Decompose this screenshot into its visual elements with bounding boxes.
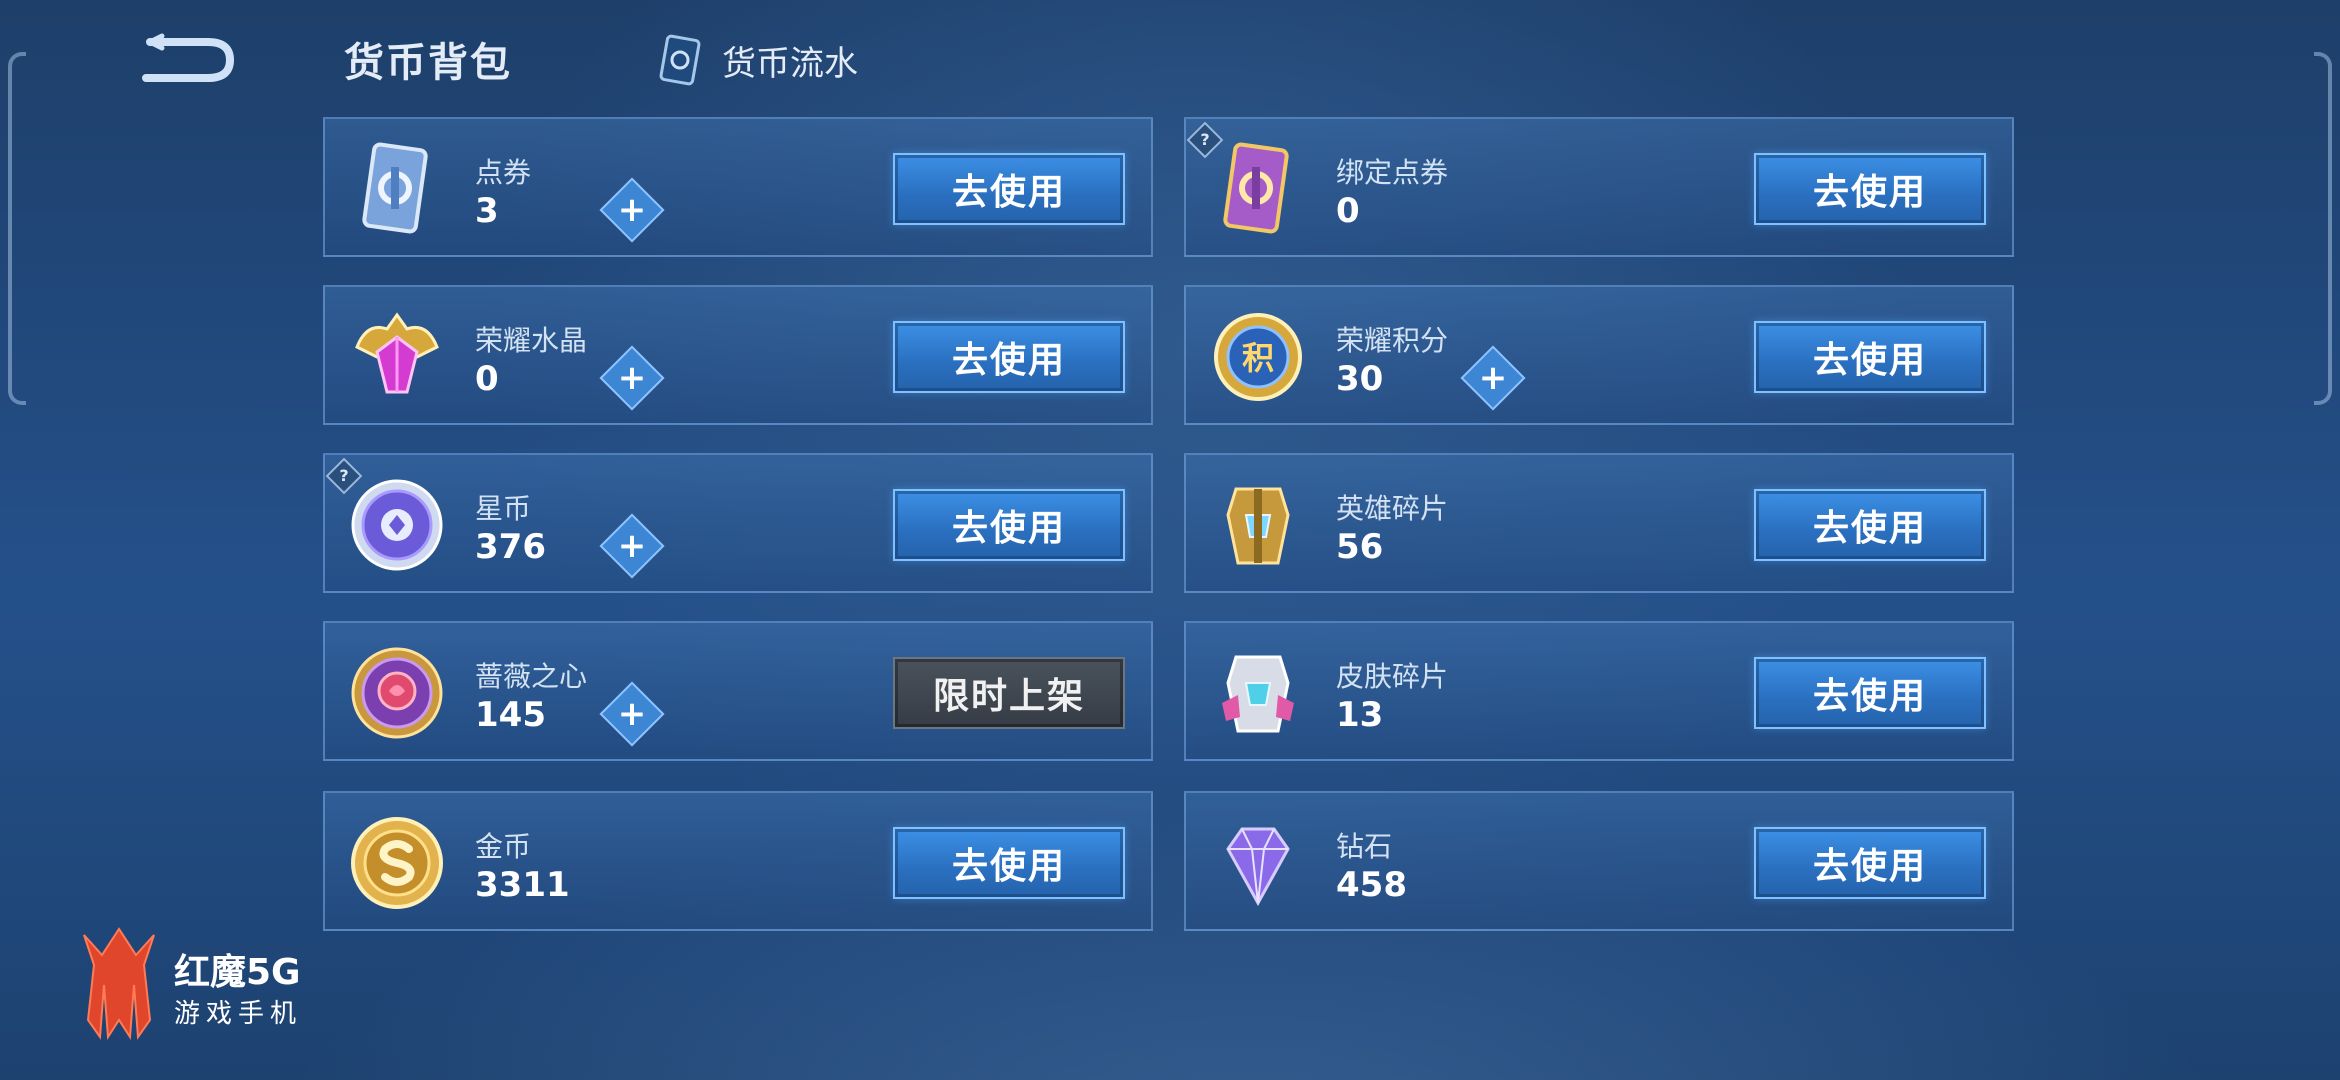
currency-name: 绑定点券 — [1336, 156, 1449, 189]
currency-card: 点券 3 + 去使用 — [323, 117, 1153, 257]
add-currency-button[interactable]: + — [599, 345, 665, 411]
limited-time-button: 限时上架 — [893, 657, 1125, 729]
currency-card: 英雄碎片 56 去使用 — [1184, 453, 2014, 593]
currency-card: ? 绑定点券 0 去使用 — [1184, 117, 2014, 257]
currency-value: 3 — [475, 191, 499, 231]
currency-card: 金币 3311 去使用 — [323, 791, 1153, 931]
currency-flow-label: 货币流水 — [722, 43, 858, 84]
right-frame-decoration — [2314, 52, 2332, 405]
flow-card-icon — [659, 34, 701, 86]
glory-points-icon: 积 — [1208, 307, 1308, 407]
plus-icon: + — [617, 358, 647, 398]
currency-card: 积 荣耀积分 30 + 去使用 — [1184, 285, 2014, 425]
use-button[interactable]: 去使用 — [893, 153, 1125, 225]
currency-name: 荣耀水晶 — [475, 324, 588, 357]
currency-flow-link[interactable]: 货币流水 — [652, 30, 858, 90]
hero-fragment-icon — [1208, 475, 1308, 575]
use-button[interactable]: 去使用 — [893, 827, 1125, 899]
page-title: 货币背包 — [344, 40, 512, 86]
currency-card: 荣耀水晶 0 + 去使用 — [323, 285, 1153, 425]
red-magic-logo-icon — [83, 927, 155, 1041]
gold-coin-icon — [347, 813, 447, 913]
add-currency-button[interactable]: + — [599, 513, 665, 579]
plus-icon: + — [617, 694, 647, 734]
use-button[interactable]: 去使用 — [1754, 153, 1986, 225]
currency-card: 蔷薇之心 145 + 限时上架 — [323, 621, 1153, 761]
use-button[interactable]: 去使用 — [893, 489, 1125, 561]
brand-name: 红魔5G — [174, 952, 301, 993]
bound-ticket-icon — [1208, 139, 1308, 239]
currency-value: 0 — [1336, 191, 1360, 231]
currency-card: ? 星币 376 + 去使用 — [323, 453, 1153, 593]
add-currency-button[interactable]: + — [599, 681, 665, 747]
rose-heart-icon — [347, 643, 447, 743]
plus-icon: + — [617, 190, 647, 230]
use-button[interactable]: 去使用 — [1754, 657, 1986, 729]
help-glyph: ? — [339, 466, 349, 485]
currency-name: 点券 — [475, 156, 532, 189]
left-frame-decoration — [8, 52, 26, 405]
currency-name: 金币 — [475, 830, 532, 863]
use-button[interactable]: 去使用 — [1754, 827, 1986, 899]
help-glyph: ? — [1200, 130, 1210, 149]
ticket-icon — [347, 139, 447, 239]
plus-icon: + — [1478, 358, 1508, 398]
currency-value: 30 — [1336, 359, 1384, 399]
add-currency-button[interactable]: + — [599, 177, 665, 243]
currency-value: 376 — [475, 527, 546, 567]
use-button[interactable]: 去使用 — [893, 321, 1125, 393]
brand-tagline: 游戏手机 — [174, 999, 303, 1029]
currency-name: 星币 — [475, 492, 532, 525]
glory-crystal-icon — [347, 307, 447, 407]
currency-name: 荣耀积分 — [1336, 324, 1449, 357]
skin-fragment-icon — [1208, 643, 1308, 743]
use-button[interactable]: 去使用 — [1754, 321, 1986, 393]
currency-value: 0 — [475, 359, 499, 399]
currency-name: 皮肤碎片 — [1336, 660, 1449, 693]
currency-value: 56 — [1336, 527, 1384, 567]
plus-icon: + — [617, 526, 647, 566]
currency-card: 钻石 458 去使用 — [1184, 791, 2014, 931]
currency-value: 3311 — [475, 865, 570, 905]
star-coin-icon — [347, 475, 447, 575]
currency-card: 皮肤碎片 13 去使用 — [1184, 621, 2014, 761]
currency-value: 458 — [1336, 865, 1407, 905]
back-button[interactable] — [138, 28, 238, 88]
back-arrow-icon — [142, 33, 235, 82]
currency-value: 13 — [1336, 695, 1384, 735]
add-currency-button[interactable]: + — [1460, 345, 1526, 411]
currency-name: 钻石 — [1336, 830, 1393, 863]
currency-name: 蔷薇之心 — [475, 660, 588, 693]
currency-value: 145 — [475, 695, 546, 735]
diamond-icon — [1208, 813, 1308, 913]
currency-name: 英雄碎片 — [1336, 492, 1449, 525]
svg-text:积: 积 — [1242, 339, 1274, 377]
brand-watermark: 红魔5G 游戏手机 — [74, 925, 334, 1045]
use-button[interactable]: 去使用 — [1754, 489, 1986, 561]
